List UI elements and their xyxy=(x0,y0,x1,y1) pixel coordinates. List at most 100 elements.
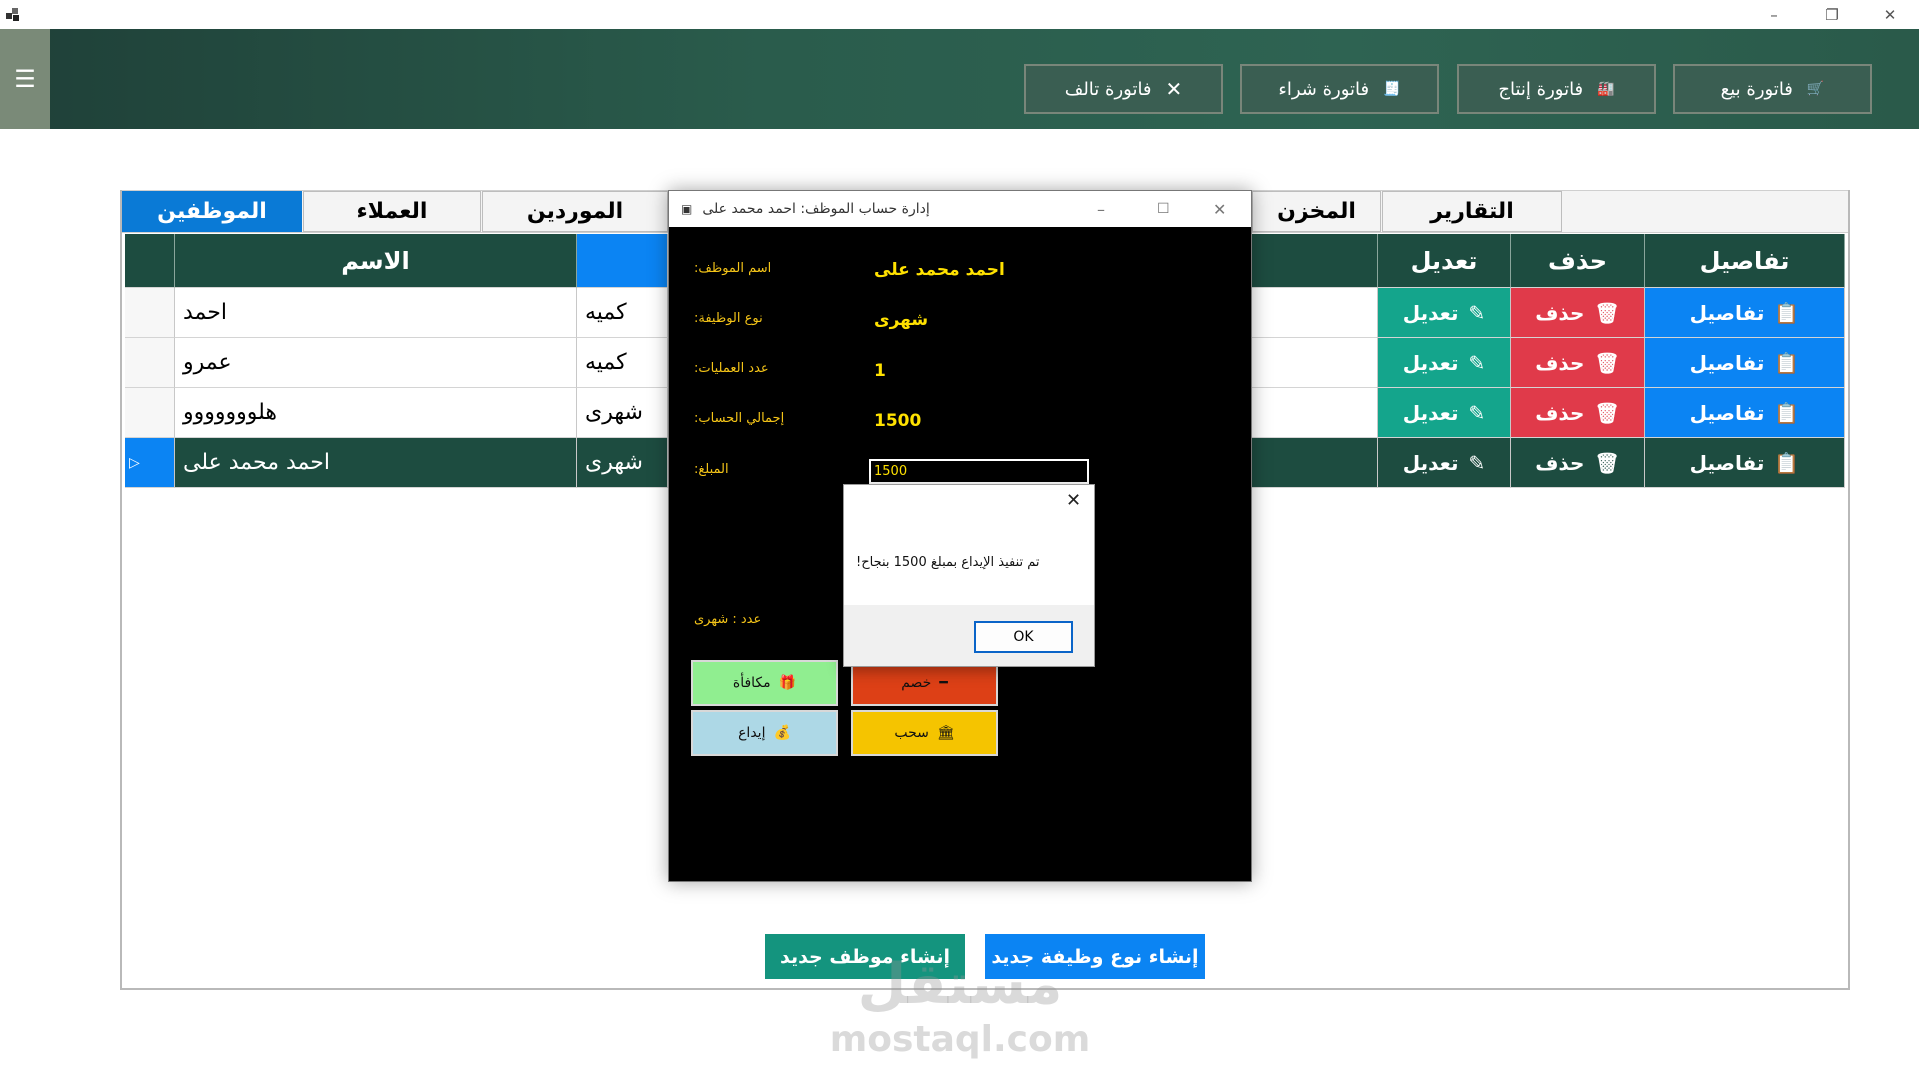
document-icon: 📋 xyxy=(1774,450,1800,475)
window-title-bar: – ❐ ✕ xyxy=(0,0,1919,29)
dialog-app-icon: ▣ xyxy=(681,202,693,216)
cart-icon: 🛒 xyxy=(1806,81,1825,97)
sales-invoice-label: فاتورة بيع xyxy=(1720,78,1793,100)
production-invoice-label: فاتورة إنتاج xyxy=(1498,78,1584,100)
deposit-label: إيداع xyxy=(738,725,766,741)
restore-button[interactable]: ❐ xyxy=(1803,0,1861,29)
pencil-icon: ✎ xyxy=(1468,450,1486,475)
hamburger-icon: ☰ xyxy=(14,65,36,93)
edit-button[interactable]: تعديل ✎ xyxy=(1378,338,1511,388)
dialog-maximize-button[interactable]: ☐ xyxy=(1157,201,1170,217)
total-balance-value: 1500 xyxy=(874,411,922,431)
column-header-type xyxy=(577,234,668,288)
purchase-invoice-button[interactable]: فاتورة شراء 🧾 xyxy=(1240,64,1439,114)
document-icon: 📋 xyxy=(1774,400,1800,425)
table-row-name[interactable]: عمرو xyxy=(175,338,577,388)
table-row-type-selected[interactable]: شهرى xyxy=(577,438,668,488)
app-icon xyxy=(6,7,20,21)
edit-button[interactable]: تعديل ✎ xyxy=(1378,438,1511,488)
delete-button[interactable]: حذف 🗑 xyxy=(1511,288,1645,338)
column-header-delete: حذف xyxy=(1511,234,1645,288)
table-row-type[interactable]: شهرى xyxy=(577,388,668,438)
withdraw-button[interactable]: سحب 🏛 xyxy=(851,710,998,756)
money-bag-icon: 💰 xyxy=(773,725,791,741)
dialog-close-button[interactable]: ✕ xyxy=(1213,200,1226,219)
row-selector[interactable] xyxy=(125,388,175,438)
edit-button[interactable]: تعديل ✎ xyxy=(1378,388,1511,438)
row-selector[interactable] xyxy=(125,288,175,338)
document-icon: 📋 xyxy=(1774,300,1800,325)
trash-icon: 🗑 xyxy=(1594,400,1620,425)
message-close-icon[interactable]: ✕ xyxy=(1066,490,1081,511)
delete-label: حذف xyxy=(1535,400,1585,425)
edit-button[interactable]: تعديل ✎ xyxy=(1378,288,1511,338)
table-row-type[interactable]: كميه xyxy=(577,288,668,338)
minimize-button[interactable]: – xyxy=(1745,0,1803,29)
dialog-title: إدارة حساب الموظف: احمد محمد على xyxy=(702,201,930,217)
edit-label: تعديل xyxy=(1402,450,1459,475)
minus-icon: ━ xyxy=(939,675,948,691)
pencil-icon: ✎ xyxy=(1468,400,1486,425)
details-label: تفاصيل xyxy=(1689,350,1765,375)
details-button[interactable]: تفاصيل 📋 xyxy=(1645,338,1845,388)
row-selector-current[interactable]: ▷ xyxy=(125,438,175,488)
withdraw-label: سحب xyxy=(894,725,929,741)
ok-button[interactable]: OK xyxy=(974,621,1073,653)
edit-label: تعديل xyxy=(1402,350,1459,375)
operations-count-value: 1 xyxy=(874,361,886,381)
delete-button[interactable]: حذف 🗑 xyxy=(1511,338,1645,388)
row-header-corner xyxy=(125,234,175,288)
job-type-value: شهرى xyxy=(874,310,929,330)
discount-label: خصم xyxy=(901,675,932,691)
table-row-name[interactable]: احمد xyxy=(175,288,577,338)
column-header-name: الاسم xyxy=(175,234,577,288)
delete-label: حذف xyxy=(1535,450,1585,475)
edit-label: تعديل xyxy=(1402,300,1459,325)
delete-button[interactable]: حذف 🗑 xyxy=(1511,438,1645,488)
trash-icon: 🗑 xyxy=(1594,300,1620,325)
bank-icon: 🏛 xyxy=(936,725,955,741)
watermark-arabic: مستقل xyxy=(857,952,1063,1017)
delete-button[interactable]: حذف 🗑 xyxy=(1511,388,1645,438)
table-row-hidden-cell xyxy=(1252,288,1378,338)
bonus-label: مكافأة xyxy=(732,675,771,691)
pencil-icon: ✎ xyxy=(1468,350,1486,375)
factory-icon: 🏭 xyxy=(1597,81,1615,97)
x-icon: ✕ xyxy=(1165,77,1183,101)
menu-button[interactable]: ☰ xyxy=(0,29,50,129)
count-label: عدد : شهرى xyxy=(694,612,762,627)
damaged-invoice-label: فاتورة تالف xyxy=(1064,78,1152,100)
edit-label: تعديل xyxy=(1402,400,1459,425)
table-row-name[interactable]: هلووووووو xyxy=(175,388,577,438)
delete-label: حذف xyxy=(1535,350,1585,375)
column-header-hidden xyxy=(1252,234,1378,288)
bonus-button[interactable]: مكافأة 🎁 xyxy=(691,660,838,706)
details-label: تفاصيل xyxy=(1689,450,1765,475)
column-header-edit: تعديل xyxy=(1378,234,1511,288)
employee-name-value: احمد محمد على xyxy=(874,260,1005,280)
amount-label: :المبلغ xyxy=(694,462,729,477)
details-label: تفاصيل xyxy=(1689,400,1765,425)
damaged-invoice-button[interactable]: فاتورة تالف ✕ xyxy=(1024,64,1223,114)
row-selector[interactable] xyxy=(125,338,175,388)
amount-input[interactable]: 1500 xyxy=(869,459,1089,484)
details-button[interactable]: تفاصيل 📋 xyxy=(1645,388,1845,438)
document-icon: 📋 xyxy=(1774,350,1800,375)
details-button[interactable]: تفاصيل 📋 xyxy=(1645,288,1845,338)
dialog-minimize-button[interactable]: – xyxy=(1097,200,1105,219)
sales-invoice-button[interactable]: فاتورة بيع 🛒 xyxy=(1673,64,1872,114)
total-balance-label: :إجمالي الحساب xyxy=(694,411,785,426)
trash-icon: 🗑 xyxy=(1594,450,1620,475)
details-button[interactable]: تفاصيل 📋 xyxy=(1645,438,1845,488)
job-type-label: :نوع الوظيفة xyxy=(694,311,763,326)
trash-icon: 🗑 xyxy=(1594,350,1620,375)
dialog-title-bar: ▣ إدارة حساب الموظف: احمد محمد على – ☐ ✕ xyxy=(669,191,1251,227)
table-row-type[interactable]: كميه xyxy=(577,338,668,388)
production-invoice-button[interactable]: فاتورة إنتاج 🏭 xyxy=(1457,64,1656,114)
employee-name-label: :اسم الموظف xyxy=(694,261,772,276)
close-window-button[interactable]: ✕ xyxy=(1861,0,1919,29)
table-row-name-selected[interactable]: احمد محمد على xyxy=(175,438,577,488)
message-text: !تم تنفيذ الإيداع بمبلغ 1500 بنجاح xyxy=(856,555,1040,570)
details-label: تفاصيل xyxy=(1689,300,1765,325)
deposit-button[interactable]: إيداع 💰 xyxy=(691,710,838,756)
